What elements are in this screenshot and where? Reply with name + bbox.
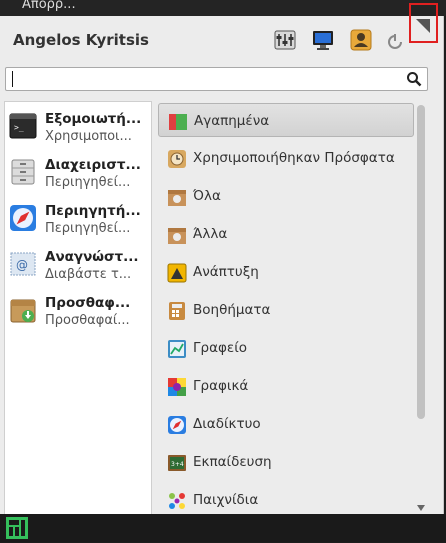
power-icon[interactable] bbox=[387, 28, 403, 52]
svg-text:@: @ bbox=[16, 258, 28, 272]
categories-scrollbar[interactable] bbox=[415, 101, 427, 514]
category-label: Ανάπτυξη bbox=[193, 264, 259, 280]
chalkboard-icon: 3+4 bbox=[167, 453, 187, 473]
calculator-icon bbox=[167, 301, 187, 321]
favorite-item[interactable]: Προσθαφ... Προσθαφαί... bbox=[5, 290, 151, 336]
manjaro-logo-icon[interactable] bbox=[6, 517, 28, 543]
favorite-title: Διαχειριστ... bbox=[45, 157, 141, 173]
category-label: Αγαπημένα bbox=[194, 113, 270, 129]
scroll-down-arrow-icon[interactable] bbox=[417, 504, 425, 512]
favorite-subtitle: Χρησιμοποι... bbox=[45, 129, 132, 144]
favorite-item[interactable]: >_ Εξομοιωτή... Χρησιμοποι... bbox=[5, 106, 151, 152]
system-monitor-icon[interactable] bbox=[311, 28, 335, 52]
clock-icon bbox=[167, 149, 187, 169]
favorite-subtitle: Περιηγηθεί... bbox=[45, 175, 131, 190]
svg-text:3+4: 3+4 bbox=[171, 461, 184, 468]
category-label: Διαδίκτυο bbox=[193, 416, 261, 432]
settings-sliders-icon[interactable] bbox=[273, 28, 297, 52]
favorite-subtitle: Περιηγηθεί... bbox=[45, 221, 131, 236]
taskbar bbox=[0, 514, 446, 542]
favorites-panel: >_ Εξομοιωτή... Χρησιμοποι... Διαχειριστ… bbox=[4, 101, 152, 514]
other-apps-box-icon bbox=[167, 225, 187, 245]
category-office[interactable]: Γραφείο bbox=[158, 331, 414, 365]
category-games[interactable]: Παιχνίδια bbox=[158, 483, 414, 514]
dice-icon bbox=[167, 491, 187, 511]
category-accessories[interactable]: Βοηθήματα bbox=[158, 293, 414, 327]
applications-box-icon bbox=[167, 187, 187, 207]
favorite-subtitle: Διαβάστε τ... bbox=[45, 267, 132, 282]
category-graphics[interactable]: Γραφικά bbox=[158, 369, 414, 403]
category-other[interactable]: Άλλα bbox=[158, 217, 414, 251]
resize-corner-icon bbox=[416, 19, 430, 33]
office-chart-icon bbox=[167, 339, 187, 359]
category-label: Άλλα bbox=[193, 226, 228, 242]
category-education[interactable]: 3+4 Εκπαίδευση bbox=[158, 445, 414, 479]
category-internet[interactable]: Διαδίκτυο bbox=[158, 407, 414, 441]
favorite-item[interactable]: Διαχειριστ... Περιηγηθεί... bbox=[5, 152, 151, 198]
category-all[interactable]: Όλα bbox=[158, 179, 414, 213]
partial-window-title: Απορρ... bbox=[22, 0, 76, 12]
favorite-title: Αναγνώστ... bbox=[45, 249, 139, 265]
categories-panel: Αγαπημένα Χρησιμοποιήθηκαν Πρόσφατα Όλα … bbox=[157, 101, 429, 514]
category-label: Βοηθήματα bbox=[193, 302, 271, 318]
category-label: Γραφείο bbox=[193, 340, 248, 356]
email-stamp-icon: @ bbox=[9, 250, 37, 278]
favorite-title: Περιηγητή... bbox=[45, 203, 141, 219]
package-install-icon bbox=[9, 296, 37, 324]
user-name: Angelos Kyritsis bbox=[13, 31, 149, 49]
application-menu: Angelos Kyritsis >_ Εξομοιωτή... Χρησιμο… bbox=[0, 3, 444, 514]
file-cabinet-icon bbox=[9, 158, 37, 186]
construction-sign-icon bbox=[167, 263, 187, 283]
favorite-title: Εξομοιωτή... bbox=[45, 111, 142, 127]
scrollbar-thumb[interactable] bbox=[417, 105, 425, 419]
resize-corner-highlight[interactable] bbox=[409, 3, 438, 43]
category-development[interactable]: Ανάπτυξη bbox=[158, 255, 414, 289]
top-strip: Απορρ... bbox=[0, 0, 446, 16]
bookmark-folder-icon bbox=[168, 112, 188, 132]
favorite-item[interactable]: @ Αναγνώστ... Διαβάστε τ... bbox=[5, 244, 151, 290]
internet-compass-icon bbox=[167, 415, 187, 435]
terminal-icon: >_ bbox=[9, 112, 37, 140]
search-field[interactable] bbox=[5, 67, 428, 91]
graphics-palette-icon bbox=[167, 377, 187, 397]
category-favorites[interactable]: Αγαπημένα bbox=[158, 103, 414, 137]
user-profile-icon[interactable] bbox=[349, 28, 373, 52]
search-icon[interactable] bbox=[406, 71, 422, 91]
favorite-title: Προσθαφ... bbox=[45, 295, 131, 311]
category-label: Γραφικά bbox=[193, 378, 249, 394]
menu-header: Angelos Kyritsis bbox=[0, 3, 443, 62]
svg-text:>_: >_ bbox=[14, 123, 24, 132]
safari-compass-icon bbox=[9, 204, 37, 232]
search-input[interactable] bbox=[9, 70, 399, 88]
category-label: Εκπαίδευση bbox=[193, 454, 272, 470]
category-label: Παιχνίδια bbox=[193, 492, 259, 508]
favorite-subtitle: Προσθαφαί... bbox=[45, 313, 130, 328]
favorite-item[interactable]: Περιηγητή... Περιηγηθεί... bbox=[5, 198, 151, 244]
category-label: Όλα bbox=[193, 188, 221, 204]
category-recent[interactable]: Χρησιμοποιήθηκαν Πρόσφατα bbox=[158, 141, 414, 175]
category-label: Χρησιμοποιήθηκαν Πρόσφατα bbox=[193, 150, 395, 166]
